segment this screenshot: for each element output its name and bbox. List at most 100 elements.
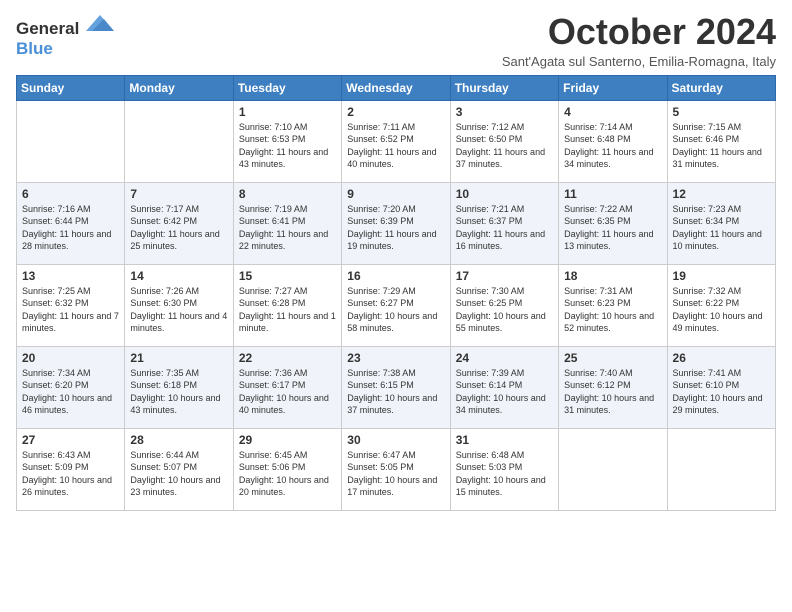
calendar-cell: [125, 100, 233, 182]
day-number: 4: [564, 105, 661, 119]
calendar-cell: 1 Sunrise: 7:10 AMSunset: 6:53 PMDaylight…: [233, 100, 341, 182]
day-info: Sunrise: 7:40 AMSunset: 6:12 PMDaylight:…: [564, 367, 661, 417]
calendar-cell: 29Sunrise: 6:45 AMSunset: 5:06 PMDayligh…: [233, 428, 341, 510]
day-number: 20: [22, 351, 119, 365]
day-info: Sunrise: 7:12 AMSunset: 6:50 PMDaylight:…: [456, 121, 553, 171]
calendar-cell: 10Sunrise: 7:21 AMSunset: 6:37 PMDayligh…: [450, 182, 558, 264]
day-number: 24: [456, 351, 553, 365]
calendar-cell: 17 Sunrise: 7:30 AMSunset: 6:25 PMDayligh…: [450, 264, 558, 346]
day-info: Sunrise: 7:17 AMSunset: 6:42 PMDaylight:…: [130, 203, 227, 253]
calendar-cell: 26 Sunrise: 7:41 AMSunset: 6:10 PMDayligh…: [667, 346, 775, 428]
day-info: Sunrise: 7:26 AMSunset: 6:30 PMDaylight:…: [130, 285, 227, 335]
month-title: October 2024: [502, 12, 776, 52]
day-info: Sunrise: 7:41 AMSunset: 6:10 PMDaylight:…: [673, 367, 770, 417]
day-number: 26: [673, 351, 770, 365]
calendar-cell: 3 Sunrise: 7:12 AMSunset: 6:50 PMDaylight…: [450, 100, 558, 182]
day-info: Sunrise: 6:43 AMSunset: 5:09 PMDaylight:…: [22, 449, 119, 499]
calendar-cell: 11 Sunrise: 7:22 AMSunset: 6:35 PMDayligh…: [559, 182, 667, 264]
calendar-cell: 4 Sunrise: 7:14 AMSunset: 6:48 PMDaylight…: [559, 100, 667, 182]
calendar-cell: [559, 428, 667, 510]
day-number: 3: [456, 105, 553, 119]
calendar-cell: 7 Sunrise: 7:17 AMSunset: 6:42 PMDaylight…: [125, 182, 233, 264]
calendar-cell: 16Sunrise: 7:29 AMSunset: 6:27 PMDayligh…: [342, 264, 450, 346]
calendar-cell: 12 Sunrise: 7:23 AMSunset: 6:34 PMDayligh…: [667, 182, 775, 264]
day-number: 27: [22, 433, 119, 447]
day-info: Sunrise: 7:11 AMSunset: 6:52 PMDaylight:…: [347, 121, 444, 171]
day-info: Sunrise: 7:27 AMSunset: 6:28 PMDaylight:…: [239, 285, 336, 335]
calendar-cell: 27 Sunrise: 6:43 AMSunset: 5:09 PMDayligh…: [17, 428, 125, 510]
day-number: 9: [347, 187, 444, 201]
day-number: 13: [22, 269, 119, 283]
logo-general: General: [16, 19, 79, 38]
day-info: Sunrise: 7:14 AMSunset: 6:48 PMDaylight:…: [564, 121, 661, 171]
day-header-friday: Friday: [559, 75, 667, 100]
day-number: 10: [456, 187, 553, 201]
day-number: 30: [347, 433, 444, 447]
day-number: 1: [239, 105, 336, 119]
logo-blue: Blue: [16, 39, 53, 58]
day-info: Sunrise: 7:10 AMSunset: 6:53 PMDaylight:…: [239, 121, 336, 171]
day-info: Sunrise: 7:20 AMSunset: 6:39 PMDaylight:…: [347, 203, 444, 253]
day-header-monday: Monday: [125, 75, 233, 100]
day-info: Sunrise: 7:39 AMSunset: 6:14 PMDaylight:…: [456, 367, 553, 417]
subtitle: Sant'Agata sul Santerno, Emilia-Romagna,…: [502, 54, 776, 69]
day-header-sunday: Sunday: [17, 75, 125, 100]
day-header-tuesday: Tuesday: [233, 75, 341, 100]
day-info: Sunrise: 7:15 AMSunset: 6:46 PMDaylight:…: [673, 121, 770, 171]
calendar-cell: 18 Sunrise: 7:31 AMSunset: 6:23 PMDayligh…: [559, 264, 667, 346]
day-number: 22: [239, 351, 336, 365]
day-number: 11: [564, 187, 661, 201]
calendar-cell: 9 Sunrise: 7:20 AMSunset: 6:39 PMDaylight…: [342, 182, 450, 264]
day-number: 12: [673, 187, 770, 201]
day-info: Sunrise: 7:19 AMSunset: 6:41 PMDaylight:…: [239, 203, 336, 253]
calendar-cell: 30 Sunrise: 6:47 AMSunset: 5:05 PMDayligh…: [342, 428, 450, 510]
day-info: Sunrise: 6:44 AMSunset: 5:07 PMDaylight:…: [130, 449, 227, 499]
day-number: 6: [22, 187, 119, 201]
calendar-cell: 2 Sunrise: 7:11 AMSunset: 6:52 PMDaylight…: [342, 100, 450, 182]
logo-icon: [86, 12, 114, 34]
day-number: 25: [564, 351, 661, 365]
calendar-cell: 24 Sunrise: 7:39 AMSunset: 6:14 PMDayligh…: [450, 346, 558, 428]
title-block: October 2024 Sant'Agata sul Santerno, Em…: [502, 12, 776, 69]
calendar-cell: 13Sunrise: 7:25 AMSunset: 6:32 PMDayligh…: [17, 264, 125, 346]
calendar-cell: 19 Sunrise: 7:32 AMSunset: 6:22 PMDayligh…: [667, 264, 775, 346]
day-info: Sunrise: 7:32 AMSunset: 6:22 PMDaylight:…: [673, 285, 770, 335]
day-number: 29: [239, 433, 336, 447]
calendar-cell: 6 Sunrise: 7:16 AMSunset: 6:44 PMDaylight…: [17, 182, 125, 264]
calendar-cell: [17, 100, 125, 182]
day-info: Sunrise: 7:34 AMSunset: 6:20 PMDaylight:…: [22, 367, 119, 417]
day-number: 8: [239, 187, 336, 201]
day-info: Sunrise: 7:30 AMSunset: 6:25 PMDaylight:…: [456, 285, 553, 335]
calendar-cell: 20 Sunrise: 7:34 AMSunset: 6:20 PMDayligh…: [17, 346, 125, 428]
day-number: 18: [564, 269, 661, 283]
day-number: 19: [673, 269, 770, 283]
day-number: 28: [130, 433, 227, 447]
calendar-cell: 25 Sunrise: 7:40 AMSunset: 6:12 PMDayligh…: [559, 346, 667, 428]
day-info: Sunrise: 7:22 AMSunset: 6:35 PMDaylight:…: [564, 203, 661, 253]
day-info: Sunrise: 6:47 AMSunset: 5:05 PMDaylight:…: [347, 449, 444, 499]
day-number: 23: [347, 351, 444, 365]
calendar-cell: 5 Sunrise: 7:15 AMSunset: 6:46 PMDaylight…: [667, 100, 775, 182]
day-number: 17: [456, 269, 553, 283]
day-number: 7: [130, 187, 227, 201]
day-number: 14: [130, 269, 227, 283]
day-number: 5: [673, 105, 770, 119]
day-info: Sunrise: 7:29 AMSunset: 6:27 PMDaylight:…: [347, 285, 444, 335]
calendar: SundayMondayTuesdayWednesdayThursdayFrid…: [16, 75, 776, 511]
day-header-wednesday: Wednesday: [342, 75, 450, 100]
day-info: Sunrise: 7:23 AMSunset: 6:34 PMDaylight:…: [673, 203, 770, 253]
day-number: 2: [347, 105, 444, 119]
logo: General Blue: [16, 12, 114, 59]
day-number: 21: [130, 351, 227, 365]
day-info: Sunrise: 7:16 AMSunset: 6:44 PMDaylight:…: [22, 203, 119, 253]
calendar-cell: 15Sunrise: 7:27 AMSunset: 6:28 PMDayligh…: [233, 264, 341, 346]
day-info: Sunrise: 7:36 AMSunset: 6:17 PMDaylight:…: [239, 367, 336, 417]
day-info: Sunrise: 6:48 AMSunset: 5:03 PMDaylight:…: [456, 449, 553, 499]
calendar-cell: 22 Sunrise: 7:36 AMSunset: 6:17 PMDayligh…: [233, 346, 341, 428]
calendar-cell: [667, 428, 775, 510]
day-info: Sunrise: 7:31 AMSunset: 6:23 PMDaylight:…: [564, 285, 661, 335]
day-info: Sunrise: 7:35 AMSunset: 6:18 PMDaylight:…: [130, 367, 227, 417]
calendar-cell: 28 Sunrise: 6:44 AMSunset: 5:07 PMDayligh…: [125, 428, 233, 510]
day-header-saturday: Saturday: [667, 75, 775, 100]
calendar-cell: 23Sunrise: 7:38 AMSunset: 6:15 PMDayligh…: [342, 346, 450, 428]
